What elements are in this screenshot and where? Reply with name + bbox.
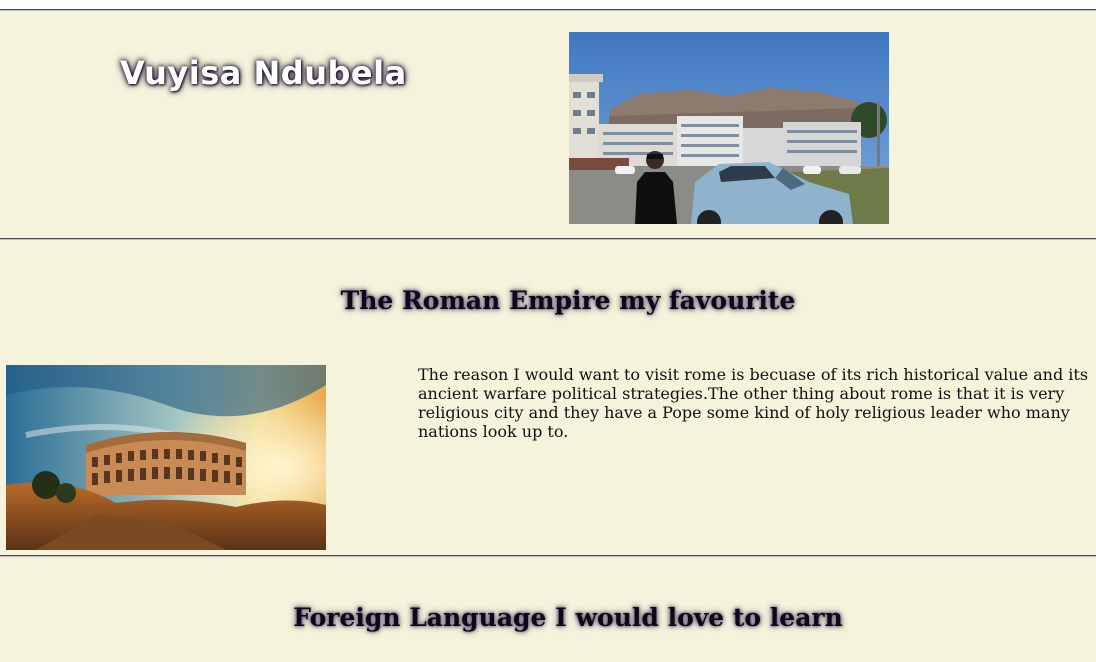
divider-middle [0, 238, 1096, 240]
colosseum-image [6, 365, 326, 550]
section-heading-roman-empire: The Roman Empire my favourite [340, 286, 796, 315]
roman-empire-paragraph: The reason I would want to visit rome is… [418, 365, 1089, 441]
profile-photo [569, 32, 889, 224]
divider-top [0, 9, 1096, 11]
page-title-name: Vuyisa Ndubela [120, 54, 407, 92]
divider-bottom [0, 555, 1096, 557]
section-heading-foreign-language: Foreign Language I would love to learn [293, 603, 843, 632]
